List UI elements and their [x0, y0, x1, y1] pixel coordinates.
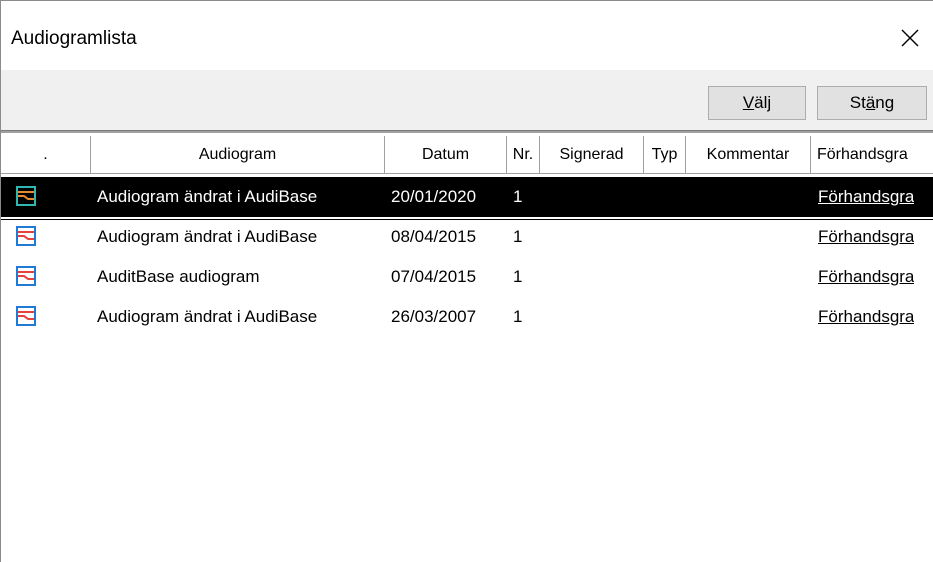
cell-audiogram: Audiogram ändrat i AudiBase [97, 187, 318, 206]
column-header-signerad[interactable]: Signerad [540, 136, 644, 173]
cell-nr: 1 [513, 267, 523, 286]
cell-datum: 07/04/2015 [391, 267, 477, 286]
cell-audiogram: AuditBase audiogram [97, 267, 260, 286]
dialog-title: Audiogramlista [11, 28, 137, 49]
cell-datum: 08/04/2015 [391, 227, 477, 246]
table-row[interactable]: Audiogram ändrat i AudiBase 20/01/2020 1 Fö… [1, 177, 933, 220]
close-label-post: ng [875, 93, 895, 112]
preview-link[interactable]: Förhandsgra [818, 177, 914, 217]
close-icon[interactable] [899, 27, 921, 49]
title-bar: Audiogramlista [1, 1, 933, 70]
toolbar: Välj St ä ng [1, 70, 933, 130]
select-label-accel: V [742, 93, 755, 112]
close-button[interactable]: St ä ng [817, 86, 927, 120]
audiogram-icon [16, 186, 36, 206]
audiogram-icon [16, 266, 36, 286]
column-header-nr[interactable]: Nr. [507, 136, 540, 173]
audiogram-list-dialog: Audiogramlista Välj St ä ng . Audiogram Da… [0, 0, 933, 562]
audiogram-table: . Audiogram Datum Nr. Signerad Typ Komme… [1, 136, 933, 562]
cell-datum: 20/01/2020 [391, 187, 477, 206]
column-header-datum[interactable]: Datum [385, 136, 507, 173]
toolbar-divider [1, 130, 933, 133]
cell-nr: 1 [513, 307, 523, 326]
column-header-kommentar[interactable]: Kommentar [686, 136, 811, 173]
close-label-accel: ä [865, 93, 876, 112]
column-header-preview[interactable]: Förhandsgra [811, 136, 933, 173]
table-row[interactable]: Audiogram ändrat i AudiBase 26/03/2007 1 Fö… [1, 297, 933, 337]
preview-link[interactable]: Förhandsgra [818, 217, 914, 257]
preview-link[interactable]: Förhandsgra [818, 257, 914, 297]
select-label-post: älj [754, 93, 772, 112]
table-header: . Audiogram Datum Nr. Signerad Typ Komme… [1, 136, 933, 174]
column-header-audiogram[interactable]: Audiogram [91, 136, 385, 173]
audiogram-icon [16, 226, 36, 246]
cell-audiogram: Audiogram ändrat i AudiBase [97, 227, 318, 246]
select-button[interactable]: Välj [708, 86, 806, 120]
preview-link[interactable]: Förhandsgra [818, 297, 914, 337]
table-row[interactable]: Audiogram ändrat i AudiBase 08/04/2015 1 Fö… [1, 217, 933, 257]
column-header-typ[interactable]: Typ [644, 136, 686, 173]
column-header-icon[interactable]: . [1, 136, 91, 173]
cell-nr: 1 [513, 187, 523, 206]
cell-nr: 1 [513, 227, 523, 246]
table-row[interactable]: AuditBase audiogram 07/04/2015 1 Förhandsgr… [1, 257, 933, 297]
close-label-pre: St [849, 93, 866, 112]
audiogram-icon [16, 306, 36, 326]
cell-datum: 26/03/2007 [391, 307, 477, 326]
cell-audiogram: Audiogram ändrat i AudiBase [97, 307, 318, 326]
